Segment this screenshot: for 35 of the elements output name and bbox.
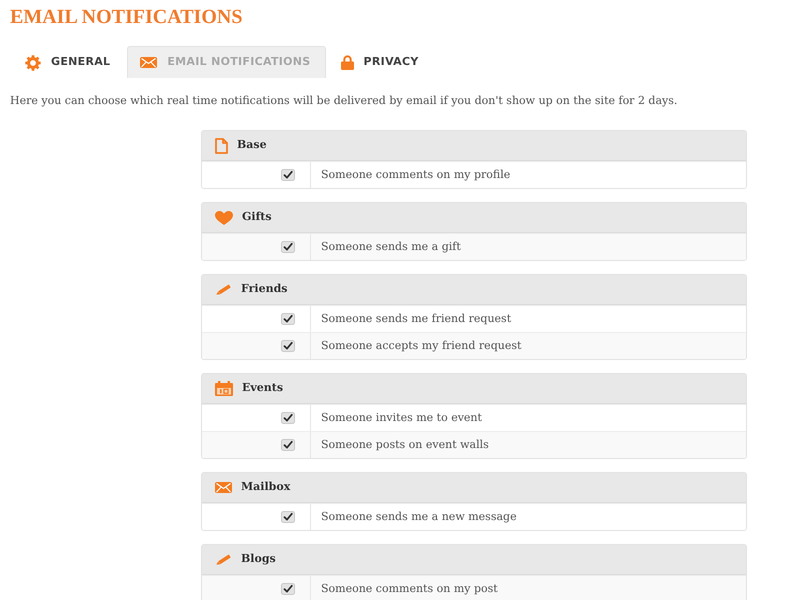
checkbox[interactable] [281, 511, 295, 523]
checkbox[interactable] [281, 583, 295, 595]
checkbox[interactable] [281, 169, 295, 181]
notification-label: Someone invites me to event [320, 410, 482, 426]
lock-icon [340, 55, 354, 70]
notification-label: Someone accepts my friend request [320, 338, 522, 354]
section-title: Blogs [241, 551, 276, 568]
checkbox[interactable] [281, 313, 295, 325]
checkbox[interactable] [281, 241, 295, 253]
envelope-icon [140, 57, 158, 68]
pencil-icon [215, 282, 232, 296]
notification-label: Someone comments on my profile [320, 166, 510, 183]
envelope-icon [215, 482, 232, 493]
section-title: Base [237, 137, 267, 154]
notification-label: Someone sends me a gift [320, 238, 461, 255]
document-icon [215, 138, 228, 154]
calendar-icon [215, 381, 233, 396]
gear-icon [25, 54, 41, 70]
checkbox[interactable] [281, 412, 295, 424]
notification-label: Someone comments on my post [320, 580, 498, 597]
page-title: EMAIL NOTIFICATIONS [9, 5, 242, 29]
section-title: Events [242, 380, 284, 396]
notification-label: Someone sends me friend request [320, 310, 512, 327]
notification-label: Someone posts on event walls [320, 436, 489, 453]
notification-label: Someone sends me a new message [320, 508, 517, 525]
pencil-icon [215, 552, 232, 566]
section-title: Gifts [242, 209, 272, 226]
tab[interactable]: PRIVACY [328, 46, 434, 78]
checkbox[interactable] [281, 439, 295, 451]
section-title: Friends [241, 281, 288, 298]
tab[interactable]: GENERAL [12, 46, 126, 78]
section-title: Mailbox [241, 479, 290, 496]
description-text: Here you can choose which real time notifications will be delivered by email if you don't show up on the site for 2 days. [10, 94, 678, 108]
heart-icon [215, 210, 233, 224]
checkbox[interactable] [281, 340, 295, 352]
